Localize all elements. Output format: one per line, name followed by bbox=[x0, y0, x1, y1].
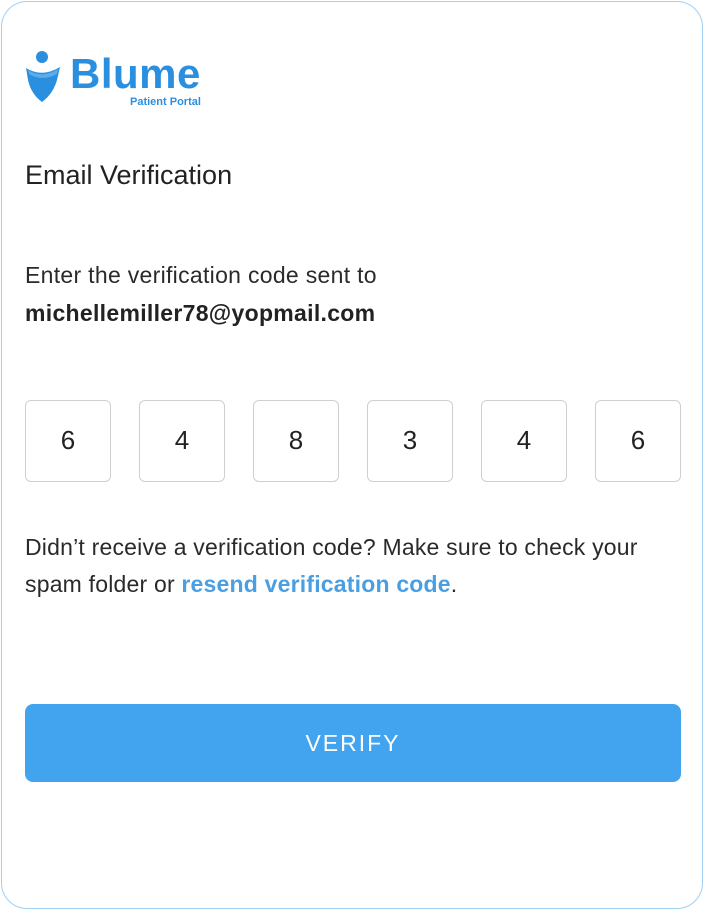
person-drop-icon bbox=[26, 51, 60, 102]
code-digit-6[interactable]: 6 bbox=[595, 400, 681, 482]
help-text-end: . bbox=[450, 571, 458, 597]
resend-help-text: Didn’t receive a verification code? Make… bbox=[25, 529, 685, 603]
code-digit-2[interactable]: 4 bbox=[139, 400, 225, 482]
page-title: Email Verification bbox=[25, 160, 233, 190]
brand-name: Blume bbox=[70, 50, 201, 97]
brand-subtitle: Patient Portal bbox=[130, 96, 201, 108]
verification-card: Blume Patient Portal Email Verification … bbox=[1, 1, 703, 909]
code-digit-4[interactable]: 3 bbox=[367, 400, 453, 482]
code-digit-1[interactable]: 6 bbox=[25, 400, 111, 482]
code-digit-3[interactable]: 8 bbox=[253, 400, 339, 482]
code-input-group: 6 4 8 3 4 6 bbox=[25, 400, 681, 482]
instructions-text: Enter the verification code sent to bbox=[25, 262, 377, 288]
verify-button[interactable]: VERIFY bbox=[25, 704, 681, 782]
code-digit-5[interactable]: 4 bbox=[481, 400, 567, 482]
resend-code-link[interactable]: resend verification code bbox=[181, 571, 450, 597]
recipient-email: michellemiller78@yopmail.com bbox=[25, 300, 376, 326]
brand-logo: Blume Patient Portal bbox=[24, 46, 224, 110]
